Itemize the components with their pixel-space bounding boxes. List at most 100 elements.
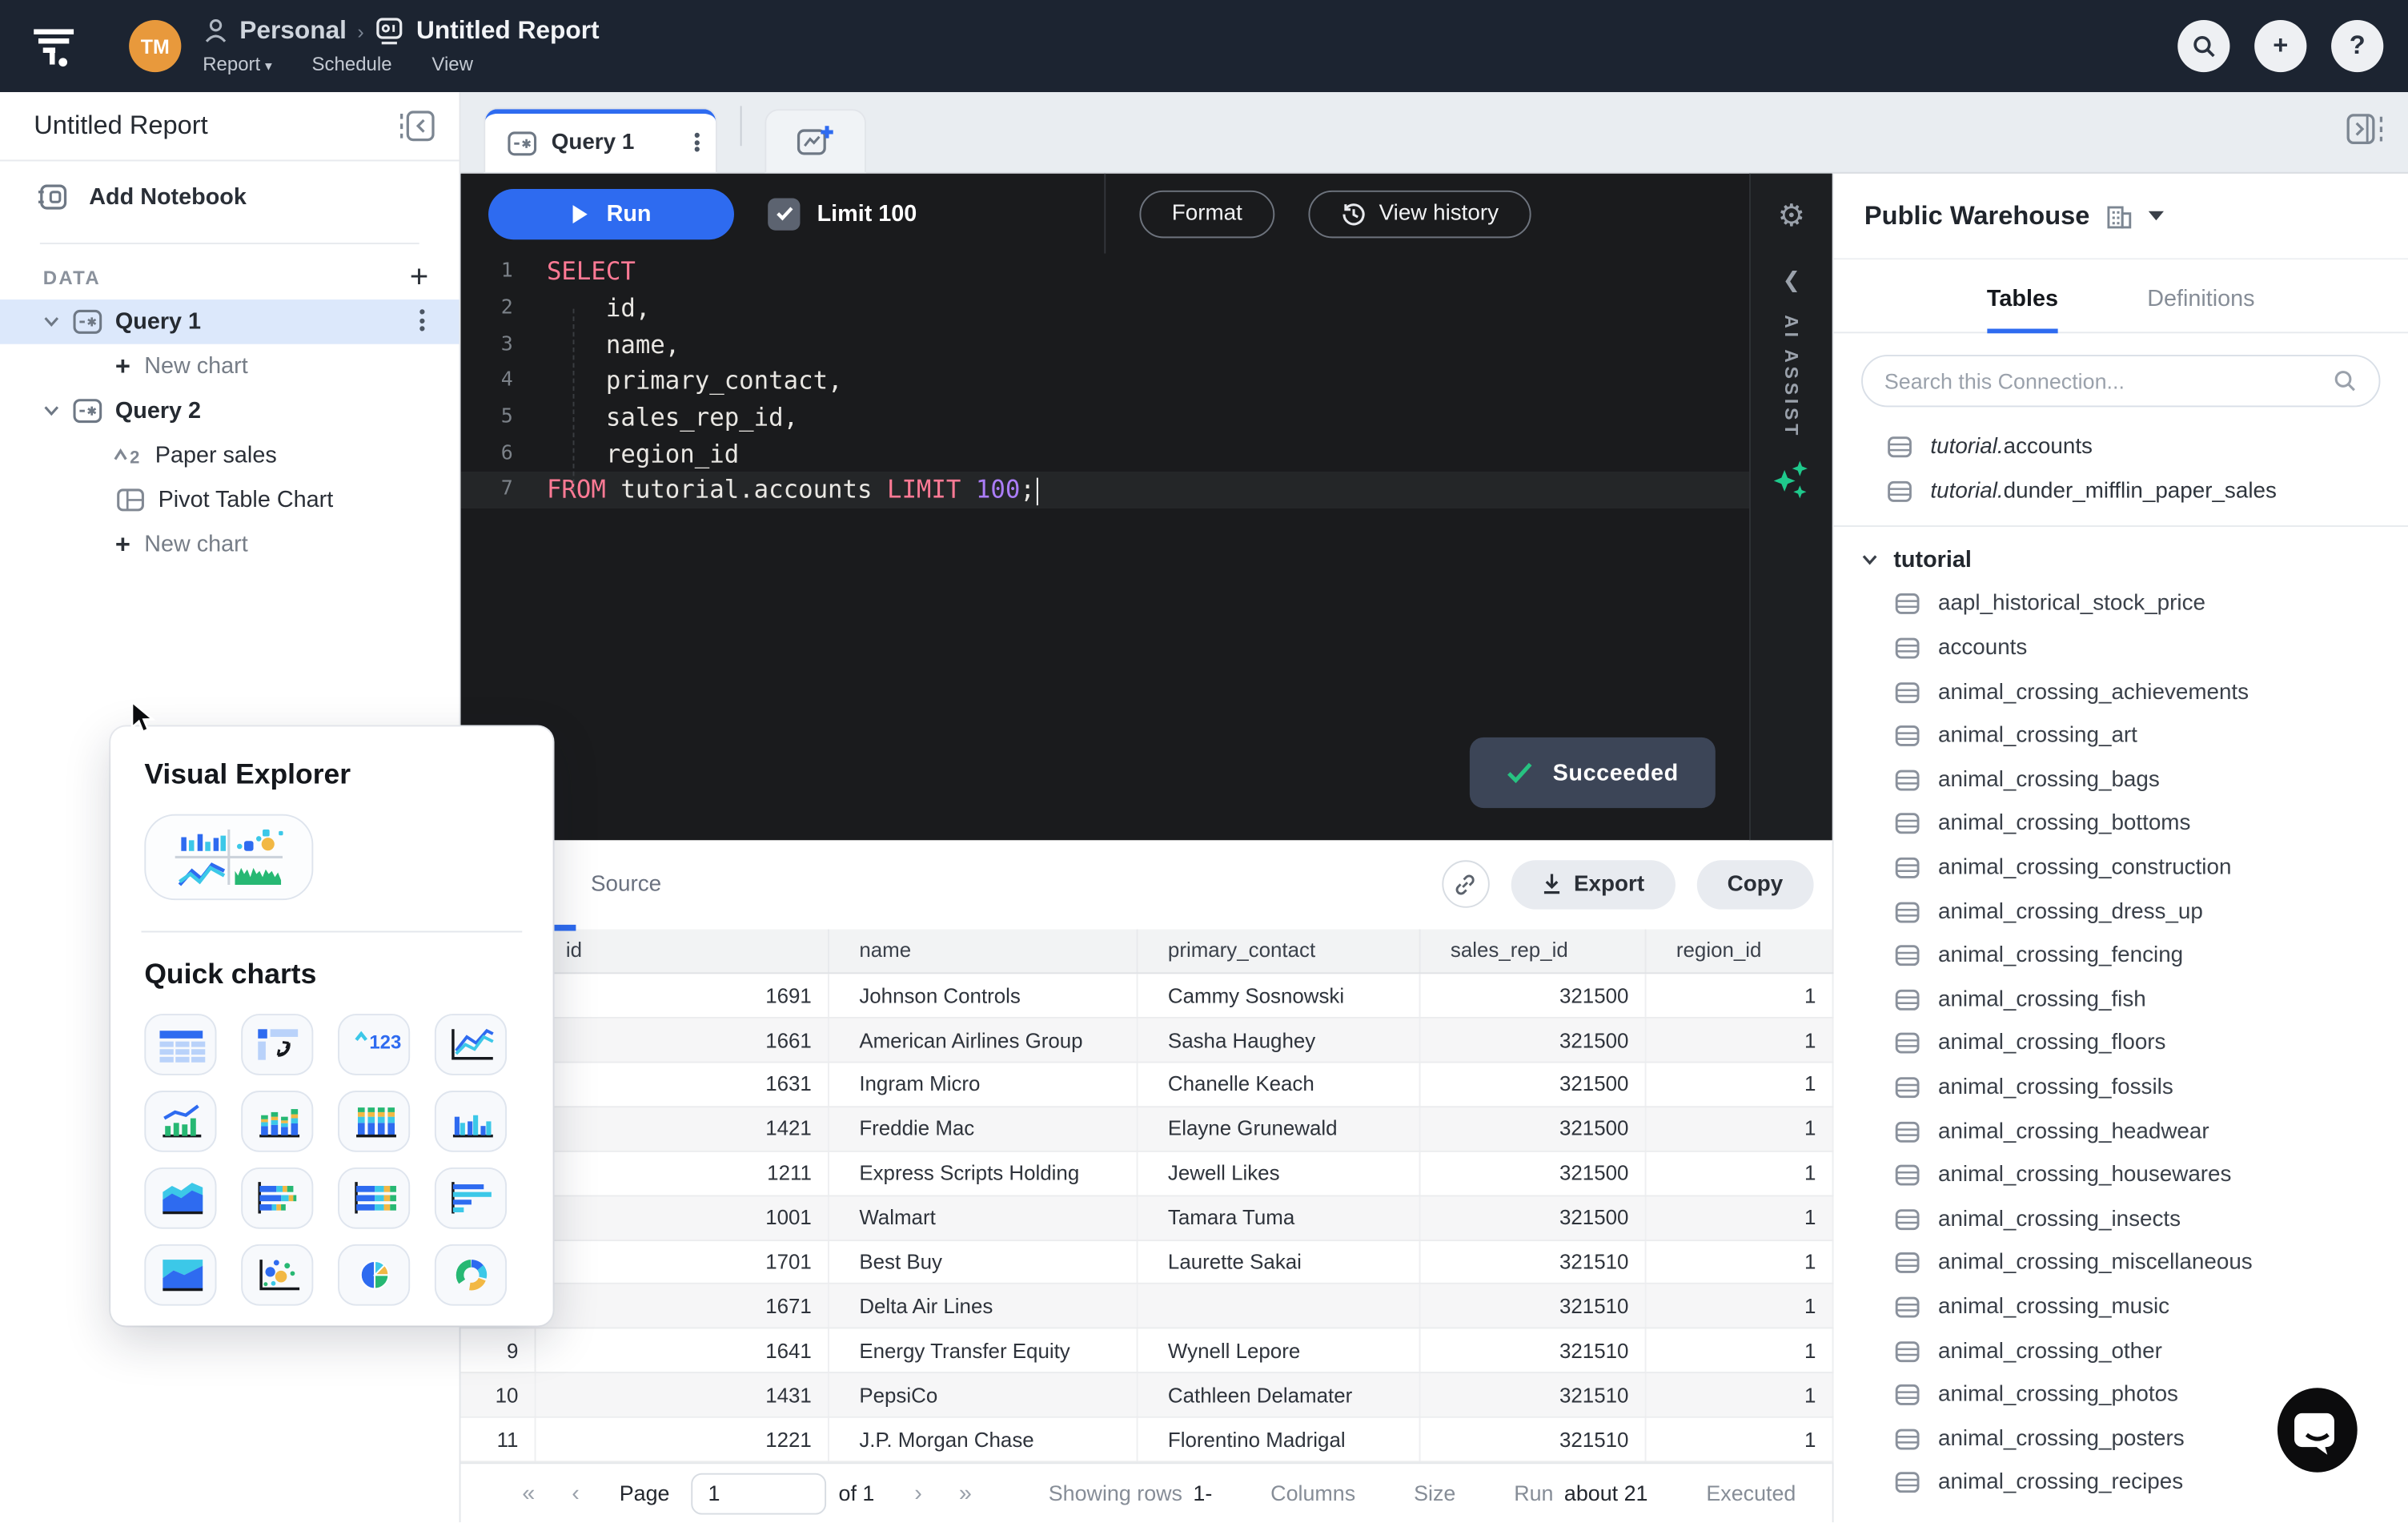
- help-button[interactable]: ?: [2331, 19, 2384, 73]
- copy-link-button[interactable]: [1442, 860, 1490, 909]
- checkbox-checked-icon[interactable]: [768, 197, 801, 230]
- schema-search-input[interactable]: [1884, 368, 2334, 394]
- ai-assist-label[interactable]: AI ASSIST: [1780, 315, 1802, 439]
- menu-schedule[interactable]: Schedule: [312, 54, 392, 75]
- table-cell[interactable]: Walmart: [828, 1195, 1138, 1241]
- chevron-down-icon[interactable]: [43, 315, 60, 328]
- run-button[interactable]: Run: [488, 188, 734, 239]
- table-cell[interactable]: Tamara Tuma: [1136, 1195, 1420, 1241]
- menu-view[interactable]: View: [431, 54, 473, 75]
- schema-table-item[interactable]: animal_crossing_other: [1834, 1329, 2408, 1373]
- table-cell[interactable]: 1: [1644, 1284, 1833, 1330]
- caret-down-icon[interactable]: [2148, 211, 2164, 221]
- copy-button[interactable]: Copy: [1696, 859, 1814, 910]
- table-cell[interactable]: 321500: [1419, 1106, 1646, 1152]
- table-cell[interactable]: 321510: [1419, 1240, 1646, 1285]
- tab-definitions[interactable]: Definitions: [2147, 259, 2254, 333]
- table-cell[interactable]: Freddie Mac: [828, 1106, 1138, 1152]
- table-cell[interactable]: American Airlines Group: [828, 1018, 1138, 1063]
- tab-source[interactable]: Source: [591, 872, 661, 897]
- table-cell[interactable]: Elayne Grunewald: [1136, 1106, 1420, 1152]
- schema-recent-table[interactable]: tutorial.accounts: [1834, 425, 2408, 469]
- pivot-table-chart-button[interactable]: [241, 1014, 314, 1075]
- column-header-id[interactable]: id: [534, 929, 829, 974]
- table-cell[interactable]: 1: [1644, 1372, 1833, 1418]
- column-header-sales_rep_id[interactable]: sales_rep_id: [1419, 929, 1646, 974]
- table-cell[interactable]: Johnson Controls: [828, 973, 1138, 1019]
- add-data-button[interactable]: +: [410, 261, 429, 293]
- table-cell[interactable]: 1: [1644, 1018, 1833, 1063]
- table-cell[interactable]: 321500: [1419, 1062, 1646, 1107]
- add-notebook-button[interactable]: Add Notebook: [0, 161, 460, 227]
- stacked-area-chart-button[interactable]: [144, 1167, 217, 1229]
- table-cell[interactable]: Laurette Sakai: [1136, 1240, 1420, 1285]
- table-cell[interactable]: 1691: [534, 973, 829, 1019]
- table-cell[interactable]: Sasha Haughey: [1136, 1018, 1420, 1063]
- area-100-chart-button[interactable]: [144, 1244, 217, 1306]
- search-button[interactable]: [2177, 19, 2230, 73]
- table-cell[interactable]: Cammy Sosnowski: [1136, 973, 1420, 1019]
- chevron-left-icon[interactable]: ❮: [1783, 267, 1801, 294]
- sidebar-item-new-chart-1[interactable]: + New chart: [0, 344, 460, 389]
- table-cell[interactable]: 1: [1644, 973, 1833, 1019]
- schema-table-item[interactable]: animal_crossing_dress_up: [1834, 890, 2408, 934]
- table-cell[interactable]: 1701: [534, 1240, 829, 1285]
- schema-table-item[interactable]: animal_crossing_music: [1834, 1285, 2408, 1329]
- schema-table-item[interactable]: animal_crossing_insects: [1834, 1197, 2408, 1241]
- sidebar-item-query2[interactable]: Query 2: [0, 388, 460, 433]
- table-chart-button[interactable]: [144, 1014, 217, 1075]
- table-cell[interactable]: 321510: [1419, 1372, 1646, 1418]
- schema-search[interactable]: [1861, 355, 2381, 408]
- column-header-name[interactable]: name: [828, 929, 1138, 974]
- table-cell[interactable]: PepsiCo: [828, 1372, 1138, 1418]
- schema-table-item[interactable]: animal_crossing_miscellaneous: [1834, 1241, 2408, 1285]
- line-chart-button[interactable]: [434, 1014, 508, 1075]
- add-chart-tab[interactable]: [766, 111, 865, 172]
- table-cell[interactable]: 1631: [534, 1062, 829, 1107]
- tab-query1[interactable]: Query 1 • • •: [485, 109, 716, 172]
- column-header-primary_contact[interactable]: primary_contact: [1136, 929, 1420, 974]
- sidebar-item-new-chart-2[interactable]: + New chart: [0, 522, 460, 567]
- table-cell[interactable]: 1671: [534, 1284, 829, 1330]
- table-cell[interactable]: Best Buy: [828, 1240, 1138, 1285]
- table-cell[interactable]: Cathleen Delamater: [1136, 1372, 1420, 1418]
- schema-table-item[interactable]: animal_crossing_housewares: [1834, 1154, 2408, 1198]
- size-button[interactable]: Size: [1414, 1481, 1455, 1505]
- table-cell[interactable]: 321510: [1419, 1284, 1646, 1330]
- avatar[interactable]: TM: [129, 19, 182, 73]
- table-cell[interactable]: 1211: [534, 1151, 829, 1196]
- big-number-chart-button[interactable]: 123: [338, 1014, 411, 1075]
- table-cell[interactable]: J.P. Morgan Chase: [828, 1417, 1138, 1463]
- table-cell[interactable]: Jewell Likes: [1136, 1151, 1420, 1196]
- schema-group-tutorial[interactable]: tutorial: [1834, 536, 2408, 583]
- combo-chart-button[interactable]: [144, 1091, 217, 1152]
- prev-page-icon[interactable]: ‹: [553, 1480, 598, 1506]
- connection-name[interactable]: Public Warehouse: [1864, 200, 2089, 231]
- table-cell[interactable]: 1431: [534, 1372, 829, 1418]
- sidebar-item-paper-sales[interactable]: 2 Paper sales: [0, 433, 460, 478]
- limit-checkbox-group[interactable]: Limit 100: [768, 197, 917, 230]
- first-page-icon[interactable]: «: [504, 1480, 553, 1506]
- schema-table-item[interactable]: animal_crossing_fish: [1834, 978, 2408, 1022]
- sidebar-item-query1[interactable]: Query 1 • • •: [0, 299, 460, 344]
- table-cell[interactable]: [1136, 1284, 1420, 1330]
- grouped-column-chart-button[interactable]: [434, 1091, 508, 1152]
- table-cell[interactable]: Wynell Lepore: [1136, 1328, 1420, 1374]
- schema-table-item[interactable]: animal_crossing_art: [1834, 714, 2408, 758]
- donut-chart-button[interactable]: [434, 1244, 508, 1306]
- add-button[interactable]: +: [2254, 19, 2307, 73]
- format-button[interactable]: Format: [1139, 189, 1275, 238]
- schema-recent-table[interactable]: tutorial.dunder_mifflin_paper_sales: [1834, 469, 2408, 513]
- schema-table-item[interactable]: accounts: [1834, 626, 2408, 670]
- visual-explorer-button[interactable]: [144, 814, 314, 901]
- kebab-menu-icon[interactable]: • • •: [419, 303, 425, 337]
- sidebar-item-pivot-table-chart[interactable]: Pivot Table Chart: [0, 478, 460, 523]
- tab-kebab-icon[interactable]: • • •: [694, 127, 700, 158]
- table-cell[interactable]: 321500: [1419, 1018, 1646, 1063]
- chevron-down-icon[interactable]: [43, 404, 60, 418]
- table-cell[interactable]: 1641: [534, 1328, 829, 1374]
- schema-table-item[interactable]: animal_crossing_fencing: [1834, 934, 2408, 978]
- column-header-region_id[interactable]: region_id: [1644, 929, 1833, 974]
- pie-chart-button[interactable]: [338, 1244, 411, 1306]
- schema-table-item[interactable]: aapl_historical_stock_price: [1834, 582, 2408, 626]
